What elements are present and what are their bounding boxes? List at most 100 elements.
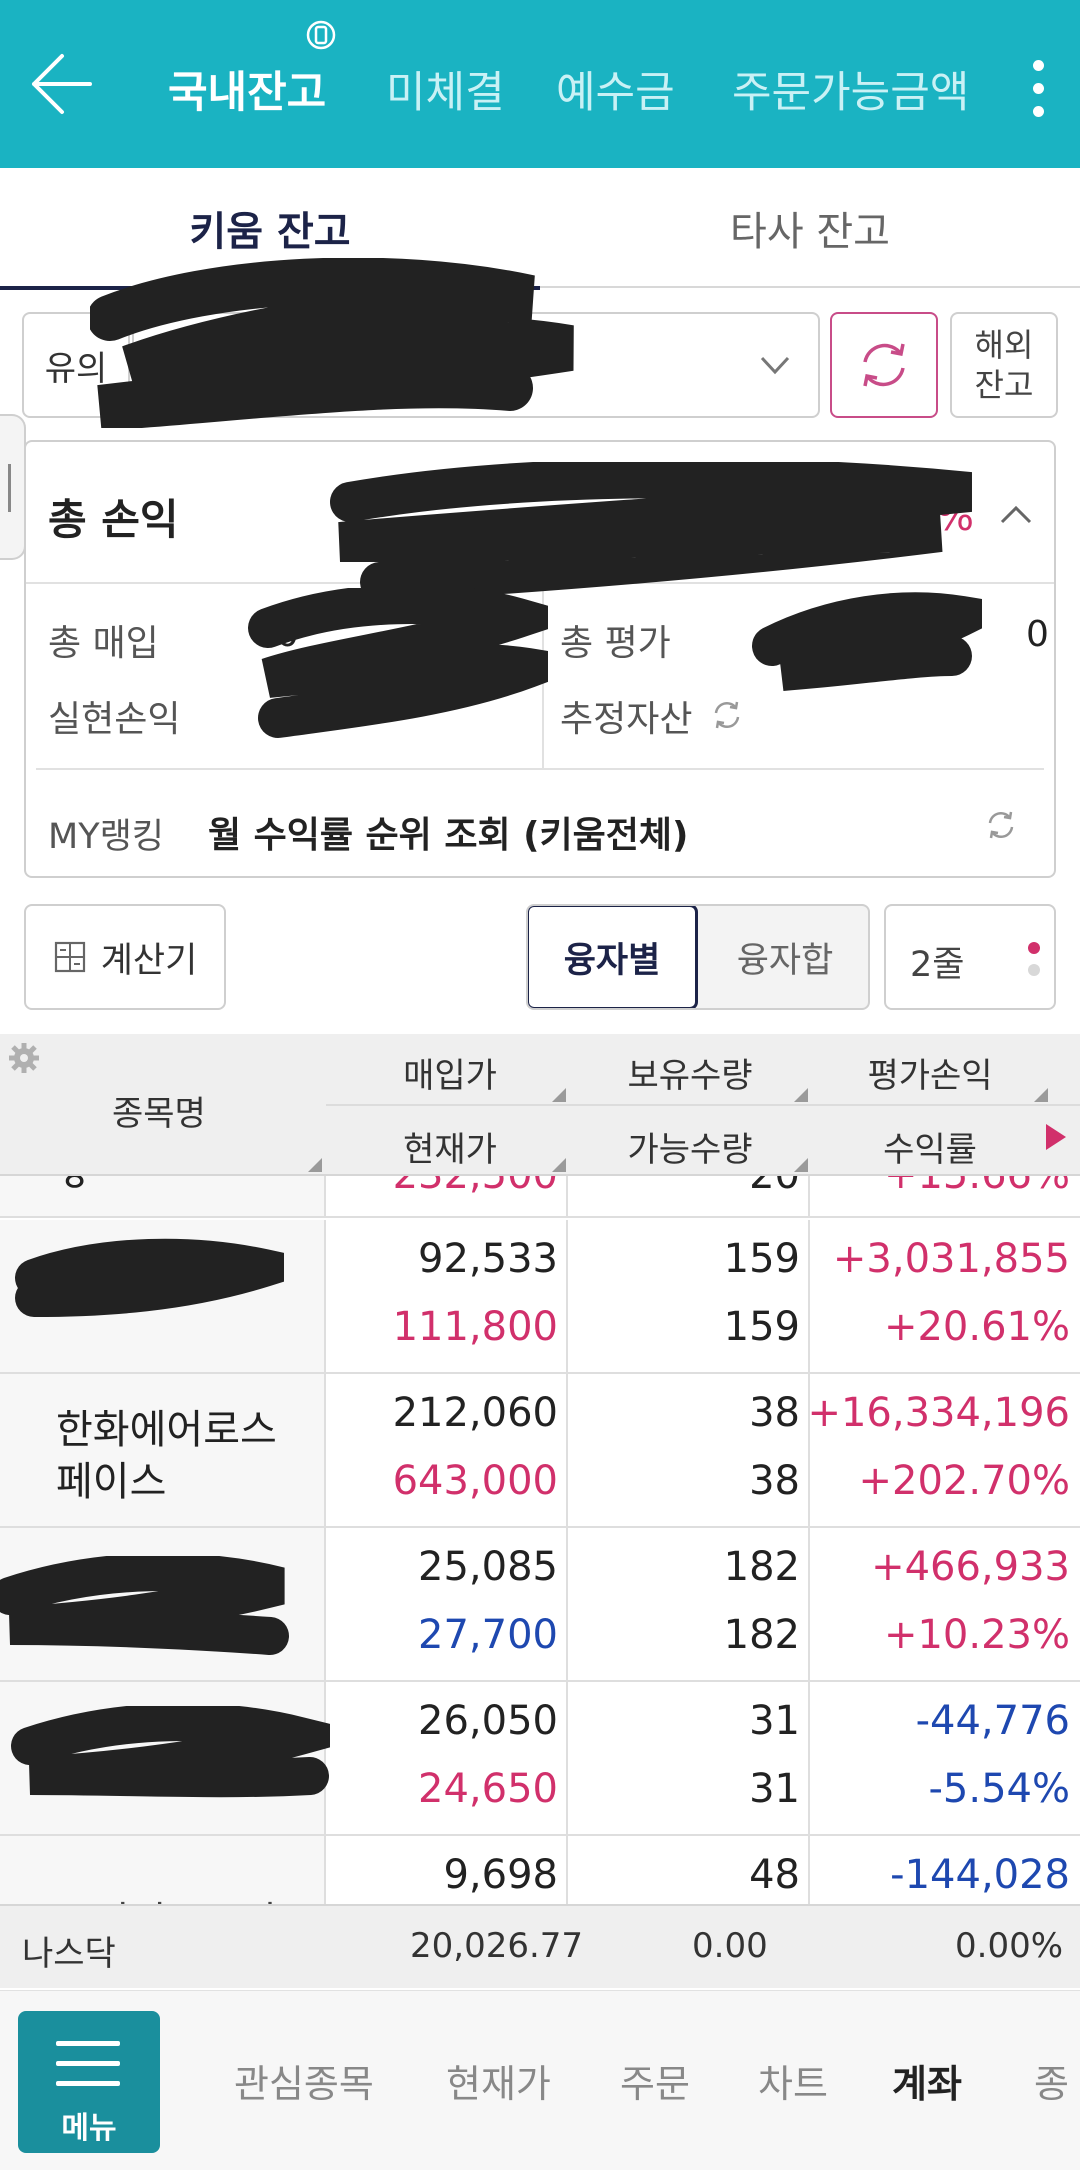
buy-price: 25,085 [418,1544,558,1590]
holdings-table-body[interactable]: ㅎ 232,500 20 +15.66% 92,533 111,800 159 … [0,1176,1080,1904]
stock-name: 오리리소트리 [56,1896,277,1904]
return-rate: -5.54% [928,1766,1070,1812]
side-drawer-handle[interactable] [0,414,26,560]
table-row[interactable]: ㅎ 232,500 20 +15.66% [0,1176,1080,1218]
buy-price: 9,698 [443,1852,558,1898]
header-holding-qty[interactable]: 보유수량 [570,1048,810,1097]
stock-name-line1: 한화에어로스 [56,1407,277,1453]
nav-watchlist[interactable]: 관심종목 [234,2053,374,2108]
menu-label: 메뉴 [61,2111,117,2146]
buy-price: 26,050 [418,1698,558,1744]
tab-deposit[interactable]: 예수금 [556,58,675,120]
nav-order[interactable]: 주문 [620,2053,690,2108]
available-qty: 31 [749,1766,800,1812]
ranking-refresh-icon[interactable] [984,808,1018,842]
back-arrow-icon[interactable] [24,48,96,120]
redaction-mark [15,1238,284,1317]
index-ticker-bar[interactable]: 나스닥 20,026.77 0.00 0.00% [0,1904,1080,1988]
toggle-by-loan[interactable]: 융자별 [528,906,698,1008]
estimated-asset-label: 추정자산 [560,699,693,740]
total-pnl-title: 총 손익 [48,495,179,544]
nav-more[interactable]: 종 [1034,2053,1069,2108]
phone-link-icon [306,20,336,50]
index-change-rate: 0.00% [955,1926,1064,1966]
total-eval-label: 총 평가 [560,623,671,664]
current-price: 24,650 [418,1766,558,1812]
current-price: 232,500 [393,1176,558,1198]
tab-unfilled[interactable]: 미체결 [386,58,505,120]
nav-account[interactable]: 계좌 [892,2053,962,2108]
available-qty: 20 [749,1176,800,1198]
stock-name: ㅎ [56,1176,93,1201]
loan-view-toggle: 융자별 융자합 [526,904,870,1010]
current-price: 27,700 [418,1612,558,1658]
total-buy-label: 총 매입 [48,623,159,664]
nav-current-price[interactable]: 현재가 [446,2053,551,2108]
row-lines-label: 2줄 [910,945,965,985]
index-value: 20,026.77 [410,1926,584,1966]
holdings-table-header: 종목명 매입가 현재가 보유수량 가능수량 평가손익 수익률 [0,1034,1080,1176]
eval-pnl: -44,776 [915,1698,1070,1744]
return-rate: +20.61% [883,1304,1070,1350]
header-current-price[interactable]: 현재가 [330,1122,570,1171]
stock-name: 한화에어로스 페이스 [56,1404,277,1508]
redaction-mark [330,462,972,602]
return-rate: +15.66% [884,1176,1070,1198]
eval-pnl: +466,933 [871,1544,1070,1590]
bottom-navigation: 메뉴 관심종목 현재가 주문 차트 계좌 종 [0,1990,1080,2170]
header-return-rate[interactable]: 수익률 [810,1122,1050,1171]
refresh-button[interactable] [830,312,938,418]
table-row[interactable]: 한화에어로스 페이스 212,060 643,000 38 38 +16,334… [0,1374,1080,1528]
tab-orderable-amount[interactable]: 주문가능금액 [732,58,969,120]
available-qty: 182 [723,1612,800,1658]
redaction-mark [0,1556,289,1655]
buy-price: 212,060 [392,1390,558,1436]
total-eval-value: 0 [1026,614,1049,655]
eval-pnl: +3,031,855 [832,1236,1070,1282]
nav-chart[interactable]: 차트 [758,2053,828,2108]
return-rate: +202.70% [858,1458,1070,1504]
redaction-mark [752,592,982,691]
calculator-label: 계산기 [100,940,198,981]
overseas-label-line1: 해외 [974,326,1034,364]
redaction-mark [11,1706,330,1798]
table-row[interactable]: 오리리소트리 9,698 48 -144,028 [0,1836,1080,1904]
next-columns-arrow-icon[interactable] [1046,1124,1066,1150]
header-buy-price[interactable]: 매입가 [330,1048,570,1097]
my-ranking-label: MY랭킹 [48,817,164,857]
holding-qty: 38 [749,1390,800,1436]
toggle-loan-sum[interactable]: 융자합 [700,906,868,1008]
row-lines-toggle[interactable]: 2줄 [884,904,1056,1010]
current-price: 111,800 [392,1304,558,1350]
overseas-balance-button[interactable]: 해외 잔고 [950,312,1058,418]
monthly-return-ranking-link[interactable]: 월 수익률 순위 조회 (키움전체) [208,806,688,858]
index-change: 0.00 [692,1926,768,1966]
holding-qty: 31 [749,1698,800,1744]
estimated-asset-refresh-icon[interactable] [710,698,744,732]
index-name: 나스닥 [22,1934,116,1974]
current-price: 643,000 [392,1458,558,1504]
overseas-label-line2: 잔고 [974,366,1034,404]
redaction-mark [90,258,574,428]
realized-pnl-label: 실현손익 [48,699,181,740]
chevron-up-icon[interactable] [996,496,1036,532]
holding-qty: 182 [723,1544,800,1590]
calculator-button[interactable]: 계산기 [24,904,226,1010]
header-eval-pnl[interactable]: 평가손익 [810,1048,1050,1097]
eval-pnl: -144,028 [890,1852,1070,1898]
header-stock-name[interactable]: 종목명 [112,1086,206,1135]
tab-domestic-balance[interactable]: 국내잔고 [168,58,326,120]
buy-price: 92,533 [418,1236,558,1282]
gear-icon[interactable] [6,1040,42,1076]
chevron-down-icon [760,356,790,375]
redaction-mark [248,588,548,738]
tab-other-broker-balance[interactable]: 타사 잔고 [540,168,1080,288]
app-header: 국내잔고 미체결 예수금 주문가능금액 [0,0,1080,168]
menu-button[interactable]: 메뉴 [18,2011,160,2153]
stock-name-line2: 페이스 [56,1459,167,1505]
available-qty: 38 [749,1458,800,1504]
header-available-qty[interactable]: 가능수량 [570,1122,810,1171]
refresh-icon [863,343,905,387]
more-menu-icon[interactable] [1018,52,1058,124]
holding-qty: 159 [723,1236,800,1282]
